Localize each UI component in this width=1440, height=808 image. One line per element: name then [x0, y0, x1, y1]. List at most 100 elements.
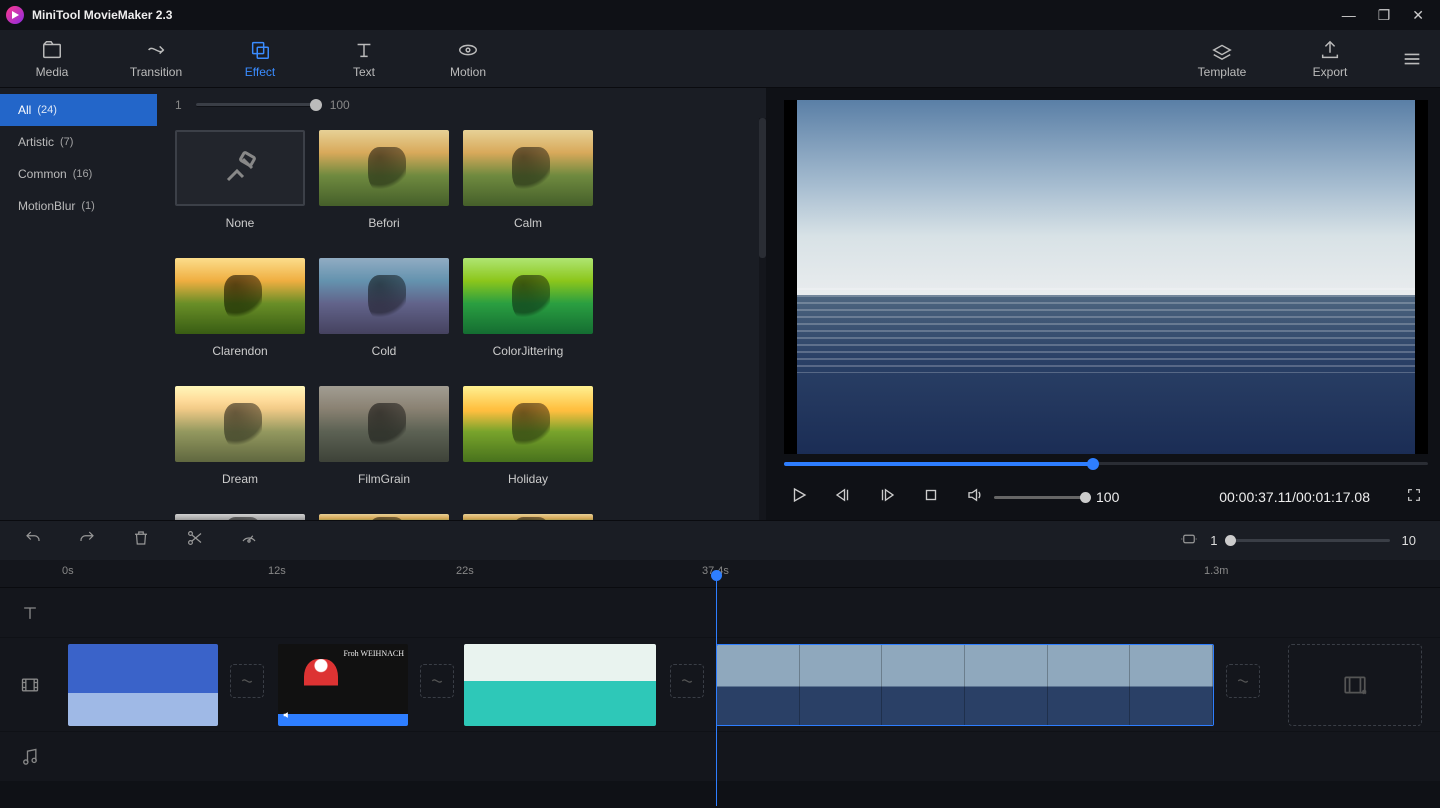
- text-track[interactable]: [0, 588, 1440, 638]
- effect-colorjittering[interactable]: ColorJittering: [463, 258, 593, 358]
- effect-more[interactable]: [175, 514, 305, 520]
- effect-label: ColorJittering: [463, 344, 593, 358]
- effect-label: Befori: [319, 216, 449, 230]
- tab-motion[interactable]: Motion: [416, 30, 520, 88]
- thumbnail-scale-slider[interactable]: 1 100: [175, 88, 766, 118]
- category-count: (1): [81, 200, 94, 212]
- tab-media[interactable]: Media: [0, 30, 104, 88]
- effect-label: None: [175, 216, 305, 230]
- clip-ocean-selected[interactable]: [716, 644, 1214, 726]
- video-track-icon: [0, 638, 60, 731]
- split-button[interactable]: [186, 529, 204, 552]
- volume-icon[interactable]: [966, 486, 984, 509]
- transition-slot[interactable]: [420, 664, 454, 698]
- fullscreen-button[interactable]: [1406, 487, 1422, 508]
- timeline-tracks: Froh WEIHNACH: [0, 588, 1440, 782]
- effect-cold[interactable]: Cold: [319, 258, 449, 358]
- timeline-toolbar: 1 10: [0, 520, 1440, 560]
- effect-label: FilmGrain: [319, 472, 449, 486]
- effect-dream[interactable]: Dream: [175, 386, 305, 486]
- category-count: (7): [60, 136, 73, 148]
- frame-back-button[interactable]: [834, 486, 852, 509]
- effect-label: Holiday: [463, 472, 593, 486]
- zoom-max: 10: [1402, 533, 1416, 548]
- effect-clarendon[interactable]: Clarendon: [175, 258, 305, 358]
- close-icon[interactable]: ✕: [1412, 7, 1424, 24]
- category-all[interactable]: All (24): [0, 94, 157, 126]
- seek-progress: [784, 462, 1093, 466]
- main-toolbar: Media Transition Effect Text Motion Temp…: [0, 30, 1440, 88]
- export-label: Export: [1313, 65, 1348, 79]
- audio-track-icon: [0, 732, 60, 781]
- category-motionblur[interactable]: MotionBlur (1): [0, 190, 157, 222]
- video-track[interactable]: Froh WEIHNACH: [0, 638, 1440, 732]
- speed-button[interactable]: [240, 529, 258, 552]
- category-common[interactable]: Common (16): [0, 158, 157, 190]
- tab-effect-label: Effect: [245, 65, 275, 79]
- tab-effect[interactable]: Effect: [208, 30, 312, 88]
- effect-label: Cold: [319, 344, 449, 358]
- effect-label: Calm: [463, 216, 593, 230]
- category-label: MotionBlur: [18, 199, 75, 213]
- volume-slider[interactable]: [994, 496, 1086, 499]
- clip-2[interactable]: Froh WEIHNACH: [278, 644, 408, 726]
- scale-max: 100: [330, 98, 350, 112]
- menu-button[interactable]: [1384, 48, 1440, 70]
- effects-panel: 1 100 None Befori Calm Clarendon Cold Co…: [157, 88, 772, 520]
- effect-holiday[interactable]: Holiday: [463, 386, 593, 486]
- effects-scrollbar[interactable]: [759, 118, 766, 520]
- effect-none[interactable]: None: [175, 130, 305, 230]
- export-button[interactable]: Export: [1276, 30, 1384, 88]
- titlebar: MiniTool MovieMaker 2.3 ― ❐ ✕: [0, 0, 1440, 30]
- preview-seekbar[interactable]: [784, 454, 1428, 474]
- effect-label: Dream: [175, 472, 305, 486]
- ruler-mark: 22s: [456, 565, 474, 577]
- effect-befori[interactable]: Befori: [319, 130, 449, 230]
- maximize-icon[interactable]: ❐: [1378, 7, 1391, 24]
- redo-button[interactable]: [78, 529, 96, 552]
- delete-button[interactable]: [132, 529, 150, 552]
- seek-knob[interactable]: [1087, 458, 1099, 470]
- template-button[interactable]: Template: [1168, 30, 1276, 88]
- template-label: Template: [1198, 65, 1247, 79]
- main-area: All (24) Artistic (7) Common (16) Motion…: [0, 88, 1440, 520]
- clip-3[interactable]: [464, 644, 656, 726]
- tab-transition-label: Transition: [130, 65, 182, 79]
- effect-more[interactable]: [319, 514, 449, 520]
- effect-more[interactable]: [463, 514, 593, 520]
- scale-min: 1: [175, 98, 182, 112]
- add-clip-slot[interactable]: [1288, 644, 1422, 726]
- stop-button[interactable]: [922, 486, 940, 509]
- minimize-icon[interactable]: ―: [1342, 7, 1356, 23]
- category-label: Artistic: [18, 135, 54, 149]
- frame-forward-button[interactable]: [878, 486, 896, 509]
- zoom-slider[interactable]: [1230, 539, 1390, 542]
- tab-text[interactable]: Text: [312, 30, 416, 88]
- category-count: (24): [37, 104, 57, 116]
- speaker-icon: [282, 707, 292, 725]
- preview-panel: 100 00:00:37.11/00:01:17.08: [772, 88, 1440, 520]
- play-button[interactable]: [790, 486, 808, 509]
- transition-slot[interactable]: [230, 664, 264, 698]
- player-controls: 100 00:00:37.11/00:01:17.08: [784, 474, 1428, 520]
- category-sidebar: All (24) Artistic (7) Common (16) Motion…: [0, 88, 157, 520]
- volume-value: 100: [1096, 489, 1119, 505]
- transition-slot[interactable]: [1226, 664, 1260, 698]
- effect-calm[interactable]: Calm: [463, 130, 593, 230]
- category-artistic[interactable]: Artistic (7): [0, 126, 157, 158]
- undo-button[interactable]: [24, 529, 42, 552]
- ruler-mark: 0s: [62, 565, 74, 577]
- zoom-min: 1: [1210, 533, 1217, 548]
- tab-transition[interactable]: Transition: [104, 30, 208, 88]
- app-logo: [6, 6, 24, 24]
- preview-video[interactable]: [784, 100, 1428, 454]
- clip-1[interactable]: [68, 644, 218, 726]
- audio-track[interactable]: [0, 732, 1440, 782]
- category-count: (16): [73, 168, 93, 180]
- category-label: All: [18, 103, 31, 117]
- transition-slot[interactable]: [670, 664, 704, 698]
- fit-zoom-button[interactable]: [1180, 530, 1198, 551]
- timeline-ruler[interactable]: 0s 12s 22s 37.4s 1.3m: [0, 560, 1440, 588]
- tab-media-label: Media: [36, 65, 69, 79]
- effect-filmgrain[interactable]: FilmGrain: [319, 386, 449, 486]
